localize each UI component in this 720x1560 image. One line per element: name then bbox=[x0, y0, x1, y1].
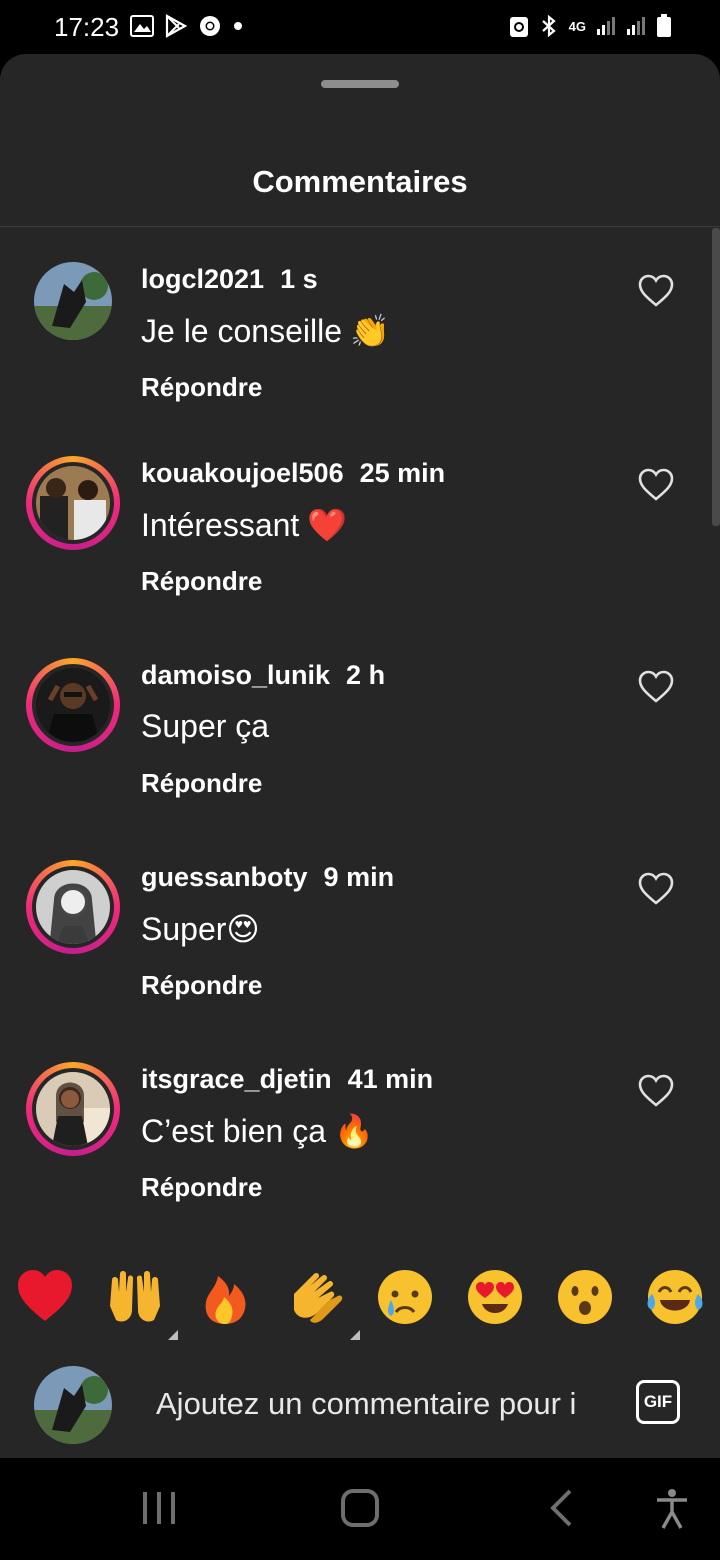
comment-input[interactable] bbox=[156, 1382, 604, 1426]
current-user-avatar[interactable] bbox=[34, 1366, 112, 1444]
comment-item: damoiso_lunik 2 h Super ça Répondre bbox=[0, 658, 720, 858]
comment-item: guessanboty 9 min Super 😍 Répondre bbox=[0, 860, 720, 1060]
comment-meta: guessanboty 9 min bbox=[141, 862, 394, 893]
status-right-icons: 4G bbox=[509, 14, 672, 38]
avatar bbox=[36, 466, 110, 540]
sheet-drag-handle[interactable] bbox=[321, 80, 399, 88]
comment-item: logcl2021 1 s Je le conseille 👏 Répondre bbox=[0, 262, 720, 462]
comment-username[interactable]: itsgrace_djetin bbox=[141, 1064, 332, 1094]
home-icon[interactable] bbox=[340, 1488, 380, 1528]
back-icon[interactable] bbox=[548, 1488, 574, 1528]
signal-icon-2 bbox=[627, 17, 645, 35]
sheet-title: Commentaires bbox=[252, 164, 468, 199]
comment-composer: GIF bbox=[0, 1364, 720, 1458]
comment-username[interactable]: kouakoujoel506 bbox=[141, 458, 344, 488]
comment-time: 9 min bbox=[323, 862, 395, 892]
status-time: 17:23 bbox=[54, 12, 120, 42]
avatar-story-ring[interactable] bbox=[26, 860, 120, 954]
avatar-story-ring[interactable] bbox=[26, 658, 120, 752]
signal-icon-1 bbox=[597, 17, 615, 35]
reply-button[interactable]: Répondre bbox=[141, 566, 262, 597]
bluetooth-icon bbox=[541, 14, 556, 38]
reaction-tears-of-joy[interactable] bbox=[644, 1266, 706, 1328]
comment-text: Je le conseille 👏 bbox=[141, 312, 390, 350]
play-store-icon bbox=[165, 14, 188, 38]
comment-username[interactable]: damoiso_lunik bbox=[141, 660, 330, 690]
reaction-crying-face[interactable] bbox=[374, 1266, 436, 1328]
heart-eyes-emoji: 😍 bbox=[226, 911, 260, 947]
comment-item: itsgrace_djetin 41 min C’est bien ça 🔥 Ré… bbox=[0, 1062, 720, 1262]
gif-button[interactable]: GIF bbox=[636, 1380, 680, 1424]
heart-outline-icon[interactable] bbox=[638, 468, 674, 502]
reply-button[interactable]: Répondre bbox=[141, 1172, 262, 1203]
reply-button[interactable]: Répondre bbox=[141, 768, 262, 799]
comment-text: Intéressant ❤️ bbox=[141, 506, 347, 544]
battery-icon bbox=[657, 14, 671, 37]
reaction-surprised-face[interactable] bbox=[554, 1266, 616, 1328]
comment-text: Super ça bbox=[141, 708, 269, 745]
comment-username[interactable]: logcl2021 bbox=[141, 264, 264, 294]
avatar bbox=[36, 668, 110, 742]
clapping-emoji: 👏 bbox=[350, 313, 390, 349]
reaction-fire[interactable] bbox=[194, 1266, 256, 1328]
comment-text: Super 😍 bbox=[141, 910, 260, 948]
reply-button[interactable]: Répondre bbox=[141, 372, 262, 403]
red-heart-emoji: ❤️ bbox=[307, 507, 348, 543]
comment-time: 2 h bbox=[346, 660, 386, 690]
comment-body: Je le conseille bbox=[141, 312, 342, 349]
comments-sheet: Commentaires logcl2021 1 s Je le conseill… bbox=[0, 54, 720, 1458]
comment-item: kouakoujoel506 25 min Intéressant ❤️ Répo… bbox=[0, 456, 720, 656]
title-divider bbox=[0, 226, 720, 227]
reaction-raising-hands[interactable] bbox=[104, 1266, 178, 1340]
comment-time: 41 min bbox=[347, 1064, 434, 1094]
network-type: 4G bbox=[568, 18, 586, 34]
chrome-icon bbox=[200, 16, 220, 36]
heart-outline-icon[interactable] bbox=[638, 670, 674, 704]
reaction-red-heart[interactable] bbox=[14, 1266, 76, 1328]
comment-meta: logcl2021 1 s bbox=[141, 264, 318, 295]
reaction-clapping-hands[interactable] bbox=[286, 1266, 360, 1340]
system-navigation-bar bbox=[0, 1458, 720, 1560]
heart-outline-icon[interactable] bbox=[638, 274, 674, 308]
quick-reactions-bar bbox=[0, 1266, 720, 1350]
comment-meta: damoiso_lunik 2 h bbox=[141, 660, 385, 691]
variant-indicator bbox=[350, 1330, 360, 1340]
avatar bbox=[36, 870, 110, 944]
gallery-icon bbox=[130, 15, 154, 37]
comment-text: C’est bien ça 🔥 bbox=[141, 1112, 374, 1150]
reaction-heart-eyes[interactable] bbox=[464, 1266, 526, 1328]
variant-indicator bbox=[168, 1330, 178, 1340]
dot-icon bbox=[234, 22, 242, 30]
accessibility-icon[interactable] bbox=[654, 1488, 690, 1530]
reply-button[interactable]: Répondre bbox=[141, 970, 262, 1001]
recycle-icon bbox=[509, 17, 528, 37]
heart-outline-icon[interactable] bbox=[638, 1074, 674, 1108]
heart-outline-icon[interactable] bbox=[638, 872, 674, 906]
avatar[interactable] bbox=[34, 262, 112, 340]
comment-body: Intéressant bbox=[141, 506, 300, 543]
comment-meta: itsgrace_djetin 41 min bbox=[141, 1064, 433, 1095]
status-bar: 17:23 4G bbox=[0, 0, 720, 56]
comment-time: 25 min bbox=[359, 458, 446, 488]
recents-icon[interactable] bbox=[140, 1488, 178, 1528]
status-left-icons bbox=[130, 14, 244, 38]
comment-time: 1 s bbox=[280, 264, 318, 294]
fire-emoji: 🔥 bbox=[333, 1113, 374, 1149]
comment-username[interactable]: guessanboty bbox=[141, 862, 308, 892]
comment-meta: kouakoujoel506 25 min bbox=[141, 458, 445, 489]
avatar bbox=[36, 1072, 110, 1146]
comment-body: Super bbox=[141, 910, 227, 947]
comment-body: C’est bien ça bbox=[141, 1112, 326, 1149]
comment-body: Super ça bbox=[141, 708, 270, 744]
avatar-story-ring[interactable] bbox=[26, 456, 120, 550]
avatar-story-ring[interactable] bbox=[26, 1062, 120, 1156]
